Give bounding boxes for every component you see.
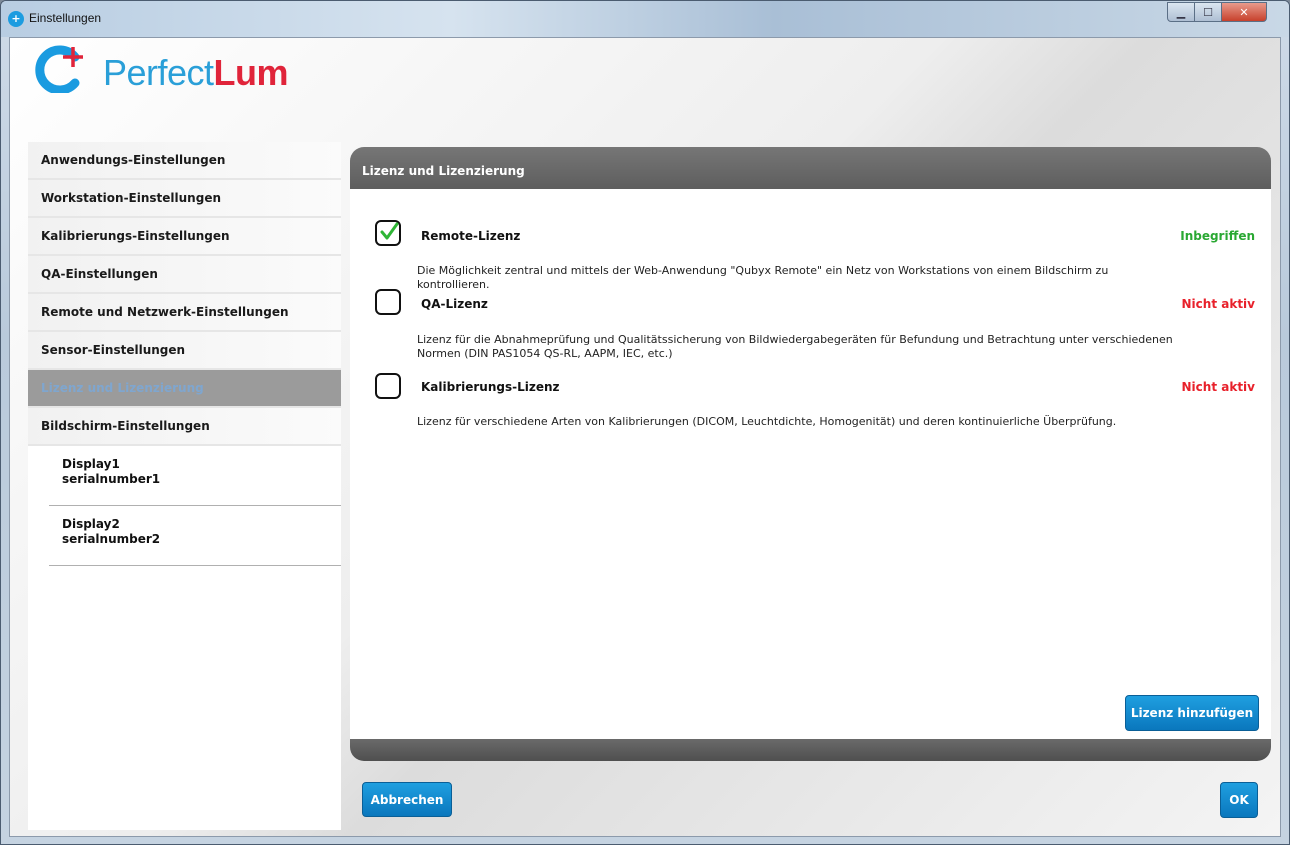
sidebar-item-license[interactable]: Lizenz und Lizenzierung	[28, 370, 341, 408]
display-serial: serialnumber1	[62, 472, 161, 486]
minimize-icon: ▁	[1176, 5, 1186, 19]
app-icon: +	[8, 11, 24, 27]
display-serial: serialnumber2	[62, 532, 161, 546]
sidebar-item-display2[interactable]: Display2 serialnumber2	[49, 506, 341, 566]
panel-title: Lizenz und Lizenzierung	[362, 164, 525, 178]
ok-button[interactable]: OK	[1220, 782, 1258, 818]
add-license-button[interactable]: Lizenz hinzufügen	[1125, 695, 1259, 731]
logo-text: PerfectLum	[103, 52, 289, 93]
license-name: Remote-Lizenz	[421, 229, 521, 243]
sidebar-item-sensor[interactable]: Sensor-Einstellungen	[28, 332, 341, 370]
perfectlum-logo: PerfectLum	[35, 41, 289, 101]
license-status: Inbegriffen	[1180, 229, 1255, 243]
maximize-button[interactable]: ☐	[1194, 2, 1222, 22]
license-description: Lizenz für verschiedene Arten von Kalibr…	[417, 415, 1117, 428]
license-description: Die Möglichkeit zentral und mittels der …	[417, 264, 1109, 291]
sidebar-item-qa[interactable]: QA-Einstellungen	[28, 256, 341, 294]
display-name: Display1	[62, 457, 120, 471]
settings-window: + Einstellungen ▁ ☐ ✕ PerfectLum Anwendu…	[0, 0, 1290, 845]
cancel-button[interactable]: Abbrechen	[362, 782, 452, 817]
sidebar-item-calibration[interactable]: Kalibrierungs-Einstellungen	[28, 218, 341, 256]
license-status: Nicht aktiv	[1181, 297, 1255, 311]
license-name: QA-Lizenz	[421, 297, 488, 311]
license-status: Nicht aktiv	[1181, 380, 1255, 394]
settings-sidebar: Anwendungs-Einstellungen Workstation-Ein…	[28, 142, 341, 830]
sidebar-item-remote-network[interactable]: Remote und Netzwerk-Einstellungen	[28, 294, 341, 332]
maximize-icon: ☐	[1203, 5, 1213, 19]
license-panel-header: Lizenz und Lizenzierung	[350, 147, 1271, 189]
license-description: Lizenz für die Abnahmeprüfung und Qualit…	[417, 333, 1173, 360]
window-title: Einstellungen	[29, 11, 102, 25]
sidebar-item-display-settings[interactable]: Bildschirm-Einstellungen	[28, 408, 341, 446]
qa-license-checkbox[interactable]	[375, 289, 401, 315]
license-panel-footer	[350, 739, 1271, 761]
license-name: Kalibrierungs-Lizenz	[421, 380, 560, 394]
checkmark-icon	[380, 222, 399, 240]
license-panel-body: Remote-Lizenz Inbegriffen Die Möglichkei…	[350, 189, 1271, 739]
sidebar-item-application[interactable]: Anwendungs-Einstellungen	[28, 142, 341, 180]
minimize-button[interactable]: ▁	[1167, 2, 1195, 22]
sidebar-item-workstation[interactable]: Workstation-Einstellungen	[28, 180, 341, 218]
sidebar-item-display1[interactable]: Display1 serialnumber1	[49, 446, 341, 506]
close-button[interactable]: ✕	[1221, 2, 1267, 22]
remote-license-checkbox[interactable]	[375, 220, 401, 246]
calibration-license-checkbox[interactable]	[375, 373, 401, 399]
logo-mark-icon	[35, 45, 83, 93]
display-name: Display2	[62, 517, 120, 531]
close-icon: ✕	[1239, 5, 1249, 19]
title-bar[interactable]: + Einstellungen ▁ ☐ ✕	[1, 1, 1289, 37]
